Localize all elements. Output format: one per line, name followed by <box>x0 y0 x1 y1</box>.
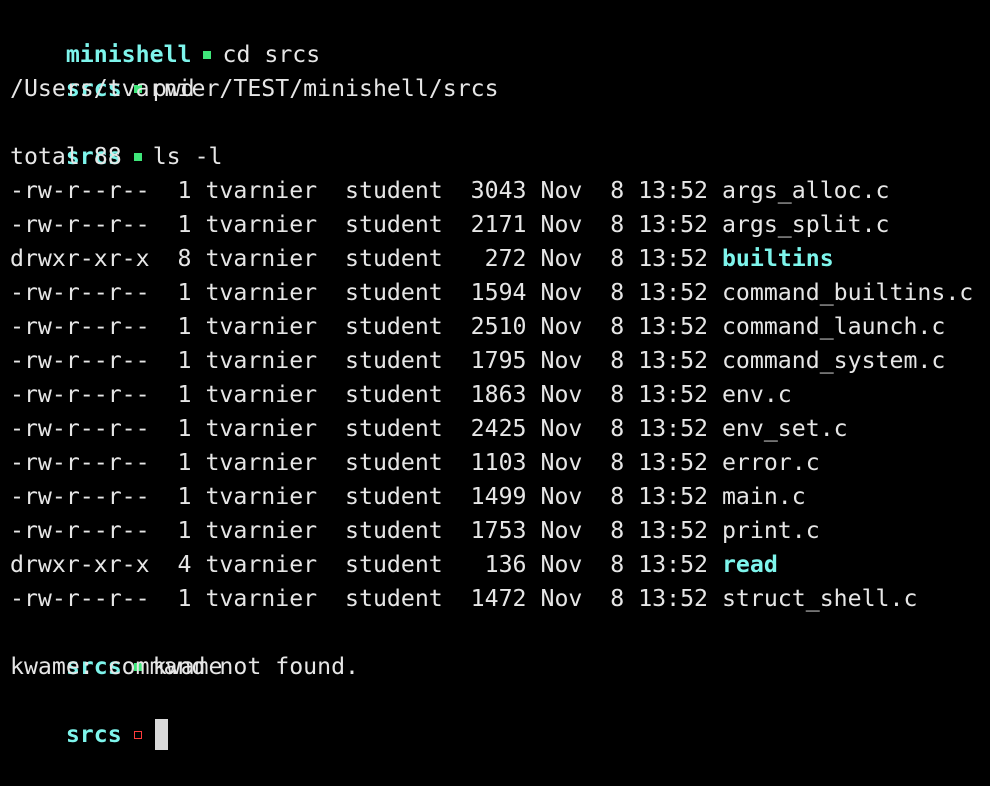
status-ok-icon <box>133 153 142 161</box>
ls-row-file: -rw-r--r-- 1 tvarnier student 2510 Nov 8… <box>10 310 990 344</box>
file-name: main.c <box>721 483 806 510</box>
ls-row-file: -rw-r--r-- 1 tvarnier student 1103 Nov 8… <box>10 446 990 480</box>
file-name: error.c <box>721 449 820 476</box>
ls-row-meta: drwxr-xr-x 4 tvarnier student 136 Nov 8 … <box>10 551 722 578</box>
file-name: args_alloc.c <box>721 177 890 204</box>
file-name: command_launch.c <box>721 313 946 340</box>
file-name: struct_shell.c <box>721 585 918 612</box>
command-line: minishell cd srcs <box>10 4 990 68</box>
command-output: /Users/tvarnier/TEST/minishell/srcs <box>10 75 499 102</box>
ls-row-file: -rw-r--r-- 1 tvarnier student 1795 Nov 8… <box>10 344 990 378</box>
command-line: srcs kwame <box>10 616 990 680</box>
ls-row-file: -rw-r--r-- 1 tvarnier student 2171 Nov 8… <box>10 208 990 242</box>
ls-row-meta: -rw-r--r-- 1 tvarnier student 2510 Nov 8… <box>10 313 722 340</box>
ls-row-file: -rw-r--r-- 1 tvarnier student 1499 Nov 8… <box>10 480 990 514</box>
ls-row-file: -rw-r--r-- 1 tvarnier student 1863 Nov 8… <box>10 378 990 412</box>
text-cursor <box>154 719 168 750</box>
file-name: env_set.c <box>721 415 848 442</box>
file-name: command_system.c <box>721 347 946 374</box>
terminal-window[interactable]: minishell cd srcs srcs pwd /Users/tvarnier… <box>0 0 990 750</box>
ls-row-meta: -rw-r--r-- 1 tvarnier student 3043 Nov 8… <box>10 177 722 204</box>
ls-row-meta: drwxr-xr-x 8 tvarnier student 272 Nov 8 … <box>10 245 722 272</box>
ls-row-meta: -rw-r--r-- 1 tvarnier student 1499 Nov 8… <box>10 483 722 510</box>
command-text: cd srcs <box>222 41 321 68</box>
ls-row-meta: -rw-r--r-- 1 tvarnier student 1594 Nov 8… <box>10 279 722 306</box>
ls-listing: -rw-r--r-- 1 tvarnier student 3043 Nov 8… <box>10 174 990 616</box>
ls-row-directory: drwxr-xr-x 4 tvarnier student 136 Nov 8 … <box>10 548 990 582</box>
file-name: env.c <box>721 381 792 408</box>
ls-row-file: -rw-r--r-- 1 tvarnier student 1472 Nov 8… <box>10 582 990 616</box>
ls-row-meta: -rw-r--r-- 1 tvarnier student 1753 Nov 8… <box>10 517 722 544</box>
ls-row-meta: -rw-r--r-- 1 tvarnier student 1472 Nov 8… <box>10 585 722 612</box>
file-name: args_split.c <box>721 211 890 238</box>
file-name: command_builtins.c <box>721 279 974 306</box>
ls-row-meta: -rw-r--r-- 1 tvarnier student 2425 Nov 8… <box>10 415 722 442</box>
ls-row-directory: drwxr-xr-x 8 tvarnier student 272 Nov 8 … <box>10 242 990 276</box>
ls-row-file: -rw-r--r-- 1 tvarnier student 3043 Nov 8… <box>10 174 990 208</box>
ls-row-meta: -rw-r--r-- 1 tvarnier student 1863 Nov 8… <box>10 381 722 408</box>
status-ok-icon <box>203 51 212 59</box>
directory-name: read <box>721 551 778 578</box>
command-text: ls -l <box>152 143 223 170</box>
ls-row-file: -rw-r--r-- 1 tvarnier student 2425 Nov 8… <box>10 412 990 446</box>
status-fail-icon <box>133 731 142 739</box>
ls-row-meta: -rw-r--r-- 1 tvarnier student 2171 Nov 8… <box>10 211 722 238</box>
ls-row-file: -rw-r--r-- 1 tvarnier student 1753 Nov 8… <box>10 514 990 548</box>
command-line: srcs ls -l <box>10 106 990 170</box>
ls-row-file: -rw-r--r-- 1 tvarnier student 1594 Nov 8… <box>10 276 990 310</box>
prompt-directory: srcs <box>65 721 122 748</box>
ls-row-meta: -rw-r--r-- 1 tvarnier student 1795 Nov 8… <box>10 347 722 374</box>
ls-row-meta: -rw-r--r-- 1 tvarnier student 1103 Nov 8… <box>10 449 722 476</box>
error-output: kwame: command not found. <box>10 653 360 680</box>
active-prompt-line[interactable]: srcs <box>10 684 990 750</box>
directory-name: builtins <box>721 245 834 272</box>
prompt-directory: minishell <box>65 41 192 68</box>
file-name: print.c <box>721 517 820 544</box>
